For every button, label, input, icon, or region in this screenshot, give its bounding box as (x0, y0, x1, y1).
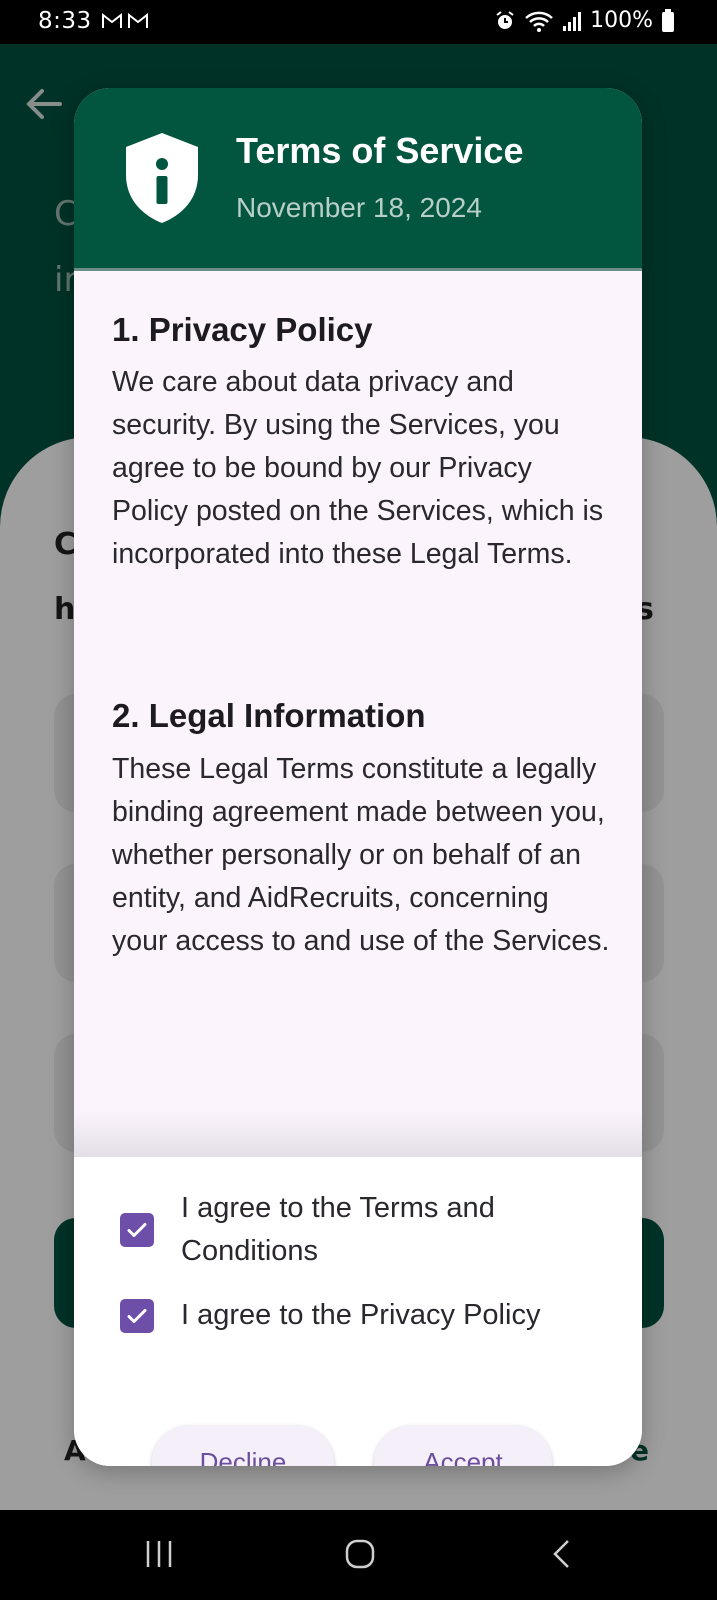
status-time: 8:33 (38, 8, 92, 34)
status-icons: 100% (494, 8, 675, 33)
recents-icon[interactable] (144, 1538, 174, 1570)
signal-icon (563, 11, 582, 31)
dialog-footer: I agree to the Terms and Conditions I ag… (74, 1157, 642, 1466)
section-text: We care about data privacy and security.… (112, 366, 604, 570)
accept-button[interactable]: Accept (374, 1425, 552, 1466)
terms-checkbox[interactable] (120, 1213, 154, 1247)
dialog-date: November 18, 2024 (236, 192, 482, 223)
gmail-icon (128, 13, 148, 28)
section-text: These Legal Terms constitute a legally b… (112, 753, 610, 957)
home-icon[interactable] (344, 1538, 376, 1570)
checkmark-icon (127, 1308, 147, 1323)
privacy-checkbox-label[interactable]: I agree to the Privacy Policy (181, 1294, 540, 1337)
terms-scroll-area[interactable]: 1. Privacy Policy We care about data pri… (74, 271, 642, 1157)
privacy-checkbox[interactable] (120, 1298, 154, 1333)
privacy-checkbox-row[interactable]: I agree to the Privacy Policy (120, 1294, 600, 1337)
battery-icon (662, 8, 674, 32)
gmail-icon (102, 13, 122, 28)
checkmark-icon (127, 1223, 147, 1237)
system-nav-bar (0, 1510, 717, 1600)
terms-checkbox-label[interactable]: I agree to the Terms and Conditions (181, 1187, 600, 1273)
decline-button[interactable]: Decline (152, 1425, 334, 1466)
dialog-title: Terms of Service (236, 130, 524, 171)
dialog-header: Terms of Service November 18, 2024 (74, 88, 642, 270)
section-title: 1. Privacy Policy (112, 311, 373, 348)
alarm-icon (496, 10, 514, 29)
section-title: 2. Legal Information (112, 697, 426, 734)
shield-info-icon (126, 133, 198, 223)
status-bar: 8:33 100% (0, 0, 717, 44)
battery-percent: 100% (590, 8, 653, 33)
scroll-fade (74, 1111, 642, 1157)
terms-checkbox-row[interactable]: I agree to the Terms and Conditions (120, 1187, 600, 1273)
wifi-icon (525, 11, 553, 32)
terms-dialog: Terms of Service November 18, 2024 1. Pr… (74, 88, 642, 1466)
back-icon[interactable] (550, 1538, 574, 1570)
